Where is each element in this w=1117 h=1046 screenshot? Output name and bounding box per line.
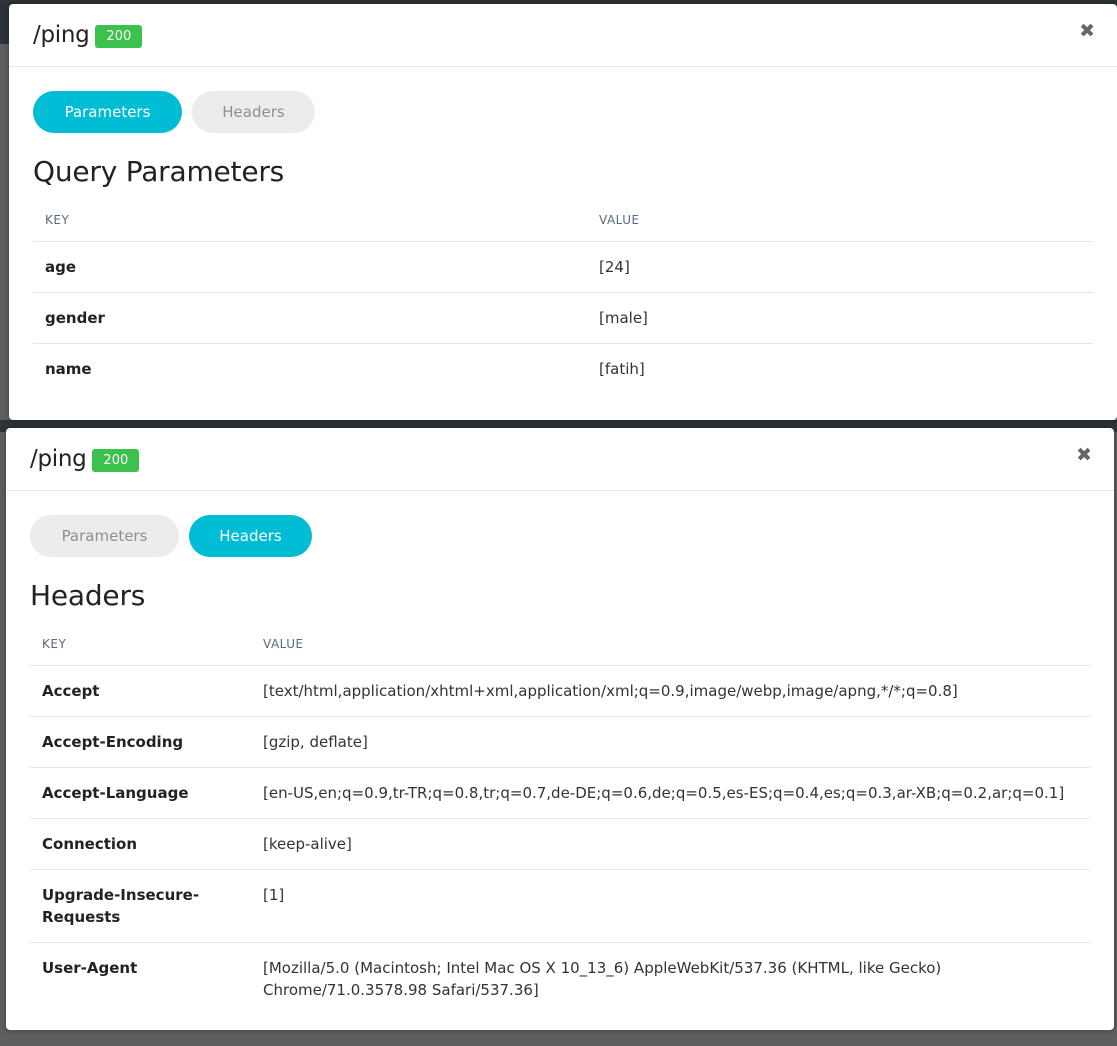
tab-headers[interactable]: Headers — [189, 515, 312, 557]
column-header-value: VALUE — [251, 629, 1090, 666]
row-key: Accept-Language — [30, 767, 251, 819]
table-header-row: KEY VALUE — [33, 205, 1093, 242]
modal-header: /ping 200 ✖ — [9, 4, 1117, 67]
section-title: Headers — [30, 579, 146, 612]
tab-bar: Parameters Headers — [30, 515, 1090, 557]
endpoint-path: /ping — [30, 446, 87, 472]
row-key: age — [33, 241, 587, 293]
row-key: Connection — [30, 818, 251, 870]
row-value: [Mozilla/5.0 (Macintosh; Intel Mac OS X … — [263, 959, 942, 999]
status-badge: 200 — [95, 24, 143, 48]
status-badge: 200 — [92, 448, 140, 472]
row-key: User-Agent — [42, 959, 138, 977]
row-value: [gzip, deflate] — [251, 716, 1090, 768]
row-value: [1] — [251, 869, 1090, 943]
params-table: KEY VALUE age [24] gender [male] name [f… — [33, 205, 1093, 394]
tab-headers[interactable]: Headers — [192, 91, 315, 133]
tab-parameters[interactable]: Parameters — [30, 515, 179, 557]
table-row: User-Agent [Mozilla/5.0 (Macintosh; Inte… — [30, 943, 1090, 1016]
request-detail-modal-headers: /ping 200 ✖ Parameters Headers Headers K… — [6, 428, 1114, 1030]
table-row: name [fatih] — [33, 344, 1093, 395]
table-row: Connection [keep-alive] — [30, 818, 1090, 870]
row-value: [text/html,application/xhtml+xml,applica… — [251, 665, 1090, 717]
table-row: Accept-Language [en-US,en;q=0.9,tr-TR;q=… — [30, 767, 1090, 819]
close-icon[interactable]: ✖ — [1079, 22, 1095, 41]
close-icon[interactable]: ✖ — [1076, 446, 1092, 465]
row-key: Upgrade-Insecure-Requests — [30, 869, 251, 943]
row-key: gender — [33, 292, 587, 344]
row-value: [fatih] — [599, 360, 645, 378]
request-detail-modal-parameters: /ping 200 ✖ Parameters Headers Query Par… — [9, 4, 1117, 420]
column-header-key: KEY — [33, 205, 587, 242]
section-title: Query Parameters — [33, 155, 285, 188]
modal-header: /ping 200 ✖ — [6, 428, 1114, 491]
row-value: [24] — [587, 241, 1093, 293]
tab-bar: Parameters Headers — [33, 91, 1093, 133]
column-header-key: KEY — [30, 629, 251, 666]
table-row: Accept [text/html,application/xhtml+xml,… — [30, 665, 1090, 717]
row-key: Accept-Encoding — [30, 716, 251, 768]
table-header-row: KEY VALUE — [30, 629, 1090, 666]
row-key: name — [45, 360, 92, 378]
table-row: age [24] — [33, 241, 1093, 293]
table-row: Upgrade-Insecure-Requests [1] — [30, 869, 1090, 943]
column-header-value: VALUE — [587, 205, 1093, 242]
headers-table: KEY VALUE Accept [text/html,application/… — [30, 629, 1090, 1015]
table-row: Accept-Encoding [gzip, deflate] — [30, 716, 1090, 768]
row-value: [keep-alive] — [251, 818, 1090, 870]
row-value: [en-US,en;q=0.9,tr-TR;q=0.8,tr;q=0.7,de-… — [251, 767, 1090, 819]
modal-body: Parameters Headers Query Parameters KEY … — [9, 67, 1117, 394]
row-value: [male] — [587, 292, 1093, 344]
endpoint-path: /ping — [33, 22, 90, 48]
table-row: gender [male] — [33, 292, 1093, 344]
row-key: Accept — [30, 665, 251, 717]
tab-parameters[interactable]: Parameters — [33, 91, 182, 133]
modal-body: Parameters Headers Headers KEY VALUE Acc… — [6, 491, 1114, 1015]
